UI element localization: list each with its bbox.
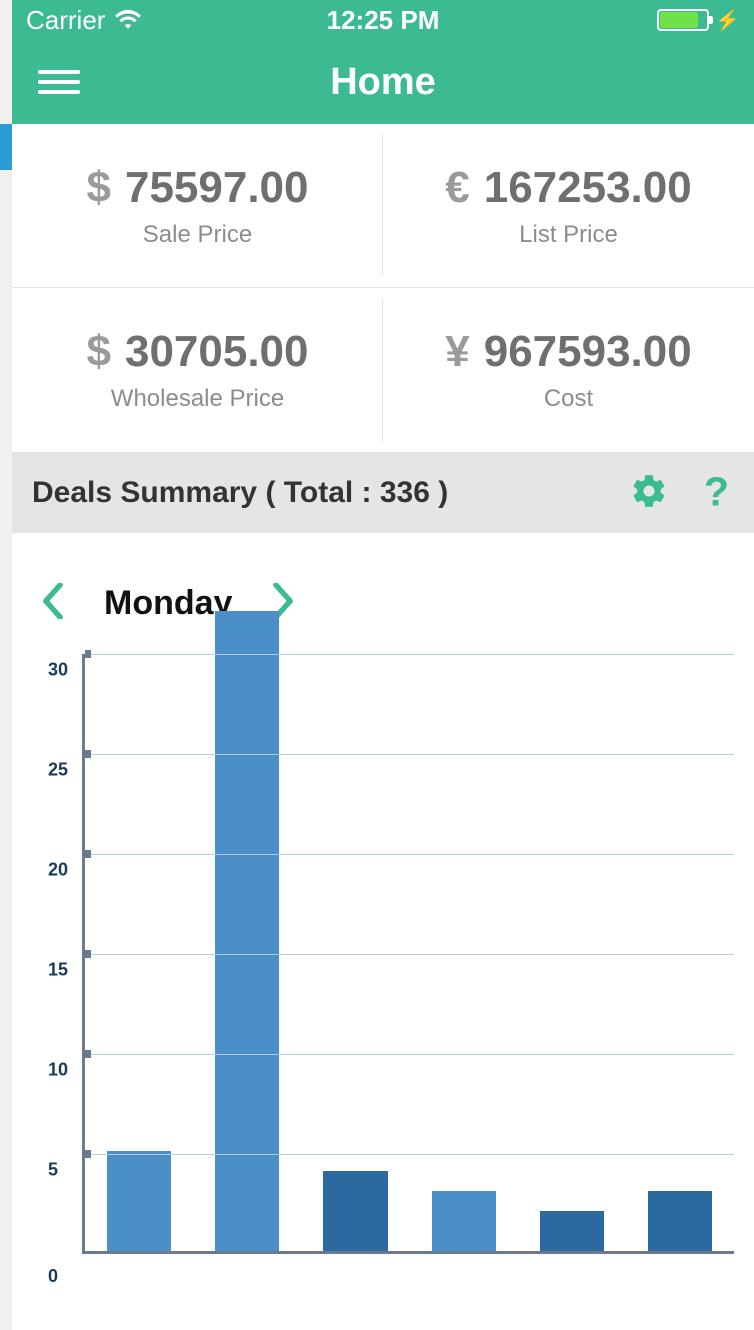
bar-chart[interactable]: 051015202530 bbox=[42, 654, 734, 1254]
gear-icon[interactable] bbox=[630, 472, 668, 515]
metric-label: Wholesale Price bbox=[111, 385, 284, 413]
y-tick: 25 bbox=[48, 760, 68, 781]
y-tick-mark bbox=[85, 850, 91, 858]
plot-area bbox=[82, 654, 734, 1254]
status-right: ⚡ bbox=[657, 8, 740, 33]
bar[interactable] bbox=[215, 611, 279, 1251]
metric-value-row: € 167253.00 bbox=[445, 163, 691, 213]
status-bar: Carrier 12:25 PM ⚡ bbox=[12, 0, 754, 40]
y-tick-mark bbox=[85, 750, 91, 758]
bar[interactable] bbox=[432, 1191, 496, 1251]
deals-actions: ? bbox=[630, 472, 734, 515]
metric-label: Sale Price bbox=[143, 221, 252, 249]
metric-value-row: $ 75597.00 bbox=[86, 163, 308, 213]
metric-value-row: ¥ 967593.00 bbox=[445, 327, 691, 377]
chevron-left-icon[interactable] bbox=[42, 583, 64, 624]
deals-summary-bar: Deals Summary ( Total : 336 ) ? bbox=[12, 453, 754, 533]
y-axis: 051015202530 bbox=[42, 654, 82, 1254]
day-selector: Monday bbox=[12, 533, 754, 654]
day-label: Monday bbox=[104, 584, 232, 623]
currency-symbol: $ bbox=[86, 327, 110, 377]
page-title: Home bbox=[330, 61, 436, 104]
bar[interactable] bbox=[107, 1151, 171, 1251]
nav-bar: Home bbox=[12, 40, 754, 124]
svg-text:?: ? bbox=[704, 472, 729, 510]
metrics-grid: $ 75597.00 Sale Price € 167253.00 List P… bbox=[12, 124, 754, 453]
metric-label: List Price bbox=[519, 221, 618, 249]
gridline bbox=[85, 1054, 734, 1055]
y-tick: 20 bbox=[48, 860, 68, 881]
deals-summary-title: Deals Summary ( Total : 336 ) bbox=[32, 476, 448, 510]
metric-value: 30705.00 bbox=[125, 327, 309, 377]
y-tick: 5 bbox=[48, 1160, 58, 1181]
gridline bbox=[85, 854, 734, 855]
battery-fill bbox=[660, 12, 698, 28]
y-tick-mark bbox=[85, 1150, 91, 1158]
gridline bbox=[85, 954, 734, 955]
metric-wholesale-price[interactable]: $ 30705.00 Wholesale Price bbox=[12, 288, 383, 452]
bar[interactable] bbox=[323, 1171, 387, 1251]
content: Carrier 12:25 PM ⚡ Home $ 7559 bbox=[12, 0, 754, 1330]
bar[interactable] bbox=[648, 1191, 712, 1251]
battery-icon bbox=[657, 9, 709, 31]
gridline bbox=[85, 654, 734, 655]
y-tick: 30 bbox=[48, 660, 68, 681]
currency-symbol: € bbox=[445, 163, 469, 213]
y-tick-mark bbox=[85, 950, 91, 958]
gridline bbox=[85, 1154, 734, 1155]
bars bbox=[85, 654, 734, 1251]
metric-value-row: $ 30705.00 bbox=[86, 327, 308, 377]
status-time: 12:25 PM bbox=[327, 5, 440, 36]
currency-symbol: $ bbox=[86, 163, 110, 213]
wifi-icon bbox=[115, 5, 141, 36]
carrier-label: Carrier bbox=[26, 5, 105, 36]
metric-label: Cost bbox=[544, 385, 593, 413]
y-tick-mark bbox=[85, 650, 91, 658]
app-root: Carrier 12:25 PM ⚡ Home $ 7559 bbox=[0, 0, 754, 1330]
y-tick: 10 bbox=[48, 1060, 68, 1081]
metric-value: 75597.00 bbox=[125, 163, 309, 213]
gridline bbox=[85, 754, 734, 755]
menu-icon[interactable] bbox=[38, 64, 80, 100]
currency-symbol: ¥ bbox=[445, 327, 469, 377]
metric-value: 967593.00 bbox=[484, 327, 692, 377]
metric-cost[interactable]: ¥ 967593.00 Cost bbox=[383, 288, 754, 452]
metric-value: 167253.00 bbox=[484, 163, 692, 213]
y-tick-mark bbox=[85, 1050, 91, 1058]
metric-sale-price[interactable]: $ 75597.00 Sale Price bbox=[12, 124, 383, 288]
chart-container: 051015202530 bbox=[12, 654, 754, 1274]
y-tick: 0 bbox=[48, 1266, 58, 1287]
charging-icon: ⚡ bbox=[715, 8, 740, 33]
y-tick: 15 bbox=[48, 960, 68, 981]
help-icon[interactable]: ? bbox=[696, 472, 734, 515]
metric-list-price[interactable]: € 167253.00 List Price bbox=[383, 124, 754, 288]
background-sliver-accent bbox=[0, 124, 12, 170]
bar[interactable] bbox=[540, 1211, 604, 1251]
status-left: Carrier bbox=[26, 5, 141, 36]
background-sliver bbox=[0, 0, 12, 1330]
